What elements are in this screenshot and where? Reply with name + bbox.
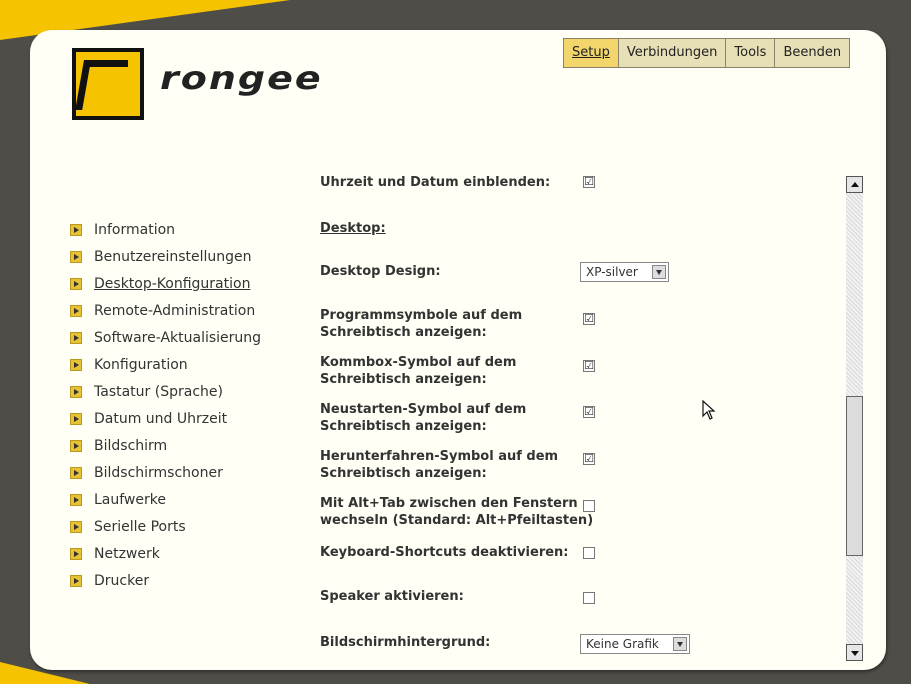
sidebar-item-bildschirmschoner[interactable]: Bildschirmschoner (70, 459, 261, 486)
prog-icons-checkbox[interactable]: ☑ (583, 313, 595, 325)
sidebar-item-label: Bildschirmschoner (94, 464, 223, 481)
sidebar-item-software-aktualisierung[interactable]: Software-Aktualisierung (70, 324, 261, 351)
shutdown-label-2: Schreibtisch anzeigen: (320, 466, 487, 481)
arrow-icon (70, 358, 82, 371)
wallpaper-label: Bildschirmhintergrund: (320, 635, 491, 650)
arrow-icon (70, 385, 82, 398)
sidebar-item-drucker[interactable]: Drucker (70, 567, 261, 594)
sidebar-item-label: Datum und Uhrzeit (94, 410, 228, 427)
logo-text: rongee (160, 59, 323, 97)
sidebar-item-label: Bildschirm (94, 437, 168, 454)
kommbox-label-1: Kommbox-Symbol auf dem (320, 355, 517, 370)
scroll-down-button[interactable] (846, 644, 863, 661)
section-heading-desktop: Desktop: (320, 221, 386, 236)
arrow-icon (70, 304, 82, 317)
prog-icons-label-1: Programmsymbole auf dem (320, 308, 523, 323)
sidebar-item-datum-uhrzeit[interactable]: Datum und Uhrzeit (70, 405, 261, 432)
prog-icons-label-2: Schreibtisch anzeigen: (320, 325, 487, 340)
scroll-up-button[interactable] (846, 176, 863, 193)
shutdown-label-1: Herunterfahren-Symbol auf dem (320, 449, 559, 464)
top-menu: Setup Verbindungen Tools Beenden (563, 38, 851, 68)
restart-label-2: Schreibtisch anzeigen: (320, 419, 487, 434)
rongee-logo-icon (72, 48, 144, 120)
shutdown-checkbox[interactable]: ☑ (583, 453, 595, 465)
design-label: Desktop Design: (320, 264, 441, 279)
sidebar-item-tastatur[interactable]: Tastatur (Sprache) (70, 378, 261, 405)
chevron-down-icon[interactable] (673, 637, 687, 651)
clock-checkbox[interactable]: ☑ (583, 176, 595, 188)
menu-setup[interactable]: Setup (563, 38, 619, 68)
sidebar-item-label: Benutzereinstellungen (94, 248, 252, 265)
scrollbar-thumb[interactable] (846, 396, 863, 556)
speaker-label: Speaker aktivieren: (320, 589, 464, 604)
arrow-icon (70, 277, 82, 290)
sidebar-item-remote-administration[interactable]: Remote-Administration (70, 297, 261, 324)
sidebar-item-benutzereinstellungen[interactable]: Benutzereinstellungen (70, 243, 261, 270)
arrow-icon (70, 547, 82, 560)
restart-label-1: Neustarten-Symbol auf dem (320, 402, 527, 417)
arrow-icon (70, 466, 82, 479)
vertical-scrollbar[interactable] (846, 176, 863, 661)
arrow-icon (70, 223, 82, 236)
arrow-icon (70, 331, 82, 344)
alttab-checkbox[interactable] (583, 500, 595, 512)
sidebar-item-information[interactable]: Information (70, 216, 261, 243)
wallpaper-select-value: Keine Grafik (586, 637, 659, 651)
sidebar-item-netzwerk[interactable]: Netzwerk (70, 540, 261, 567)
arrow-icon (70, 412, 82, 425)
sidebar-item-label: Desktop-Konfiguration (94, 275, 251, 292)
shortcuts-checkbox[interactable] (583, 547, 595, 559)
sidebar-item-label: Laufwerke (94, 491, 166, 508)
settings-content: Uhrzeit und Datum einblenden: ☑ Desktop:… (320, 166, 840, 671)
alttab-label-2: wechseln (Standard: Alt+Pfeiltasten) (320, 513, 594, 528)
sidebar-item-konfiguration[interactable]: Konfiguration (70, 351, 261, 378)
arrow-icon (70, 250, 82, 263)
alttab-label-1: Mit Alt+Tab zwischen den Fenstern (320, 496, 578, 511)
sidebar-item-label: Tastatur (Sprache) (94, 383, 223, 400)
design-select-value: XP-silver (586, 265, 638, 279)
clock-label: Uhrzeit und Datum einblenden: (320, 175, 551, 190)
arrow-icon (70, 493, 82, 506)
sidebar: Information Benutzereinstellungen Deskto… (70, 216, 261, 594)
sidebar-item-label: Konfiguration (94, 356, 188, 373)
shortcuts-label: Keyboard-Shortcuts deaktivieren: (320, 545, 569, 560)
mouse-pointer-icon (702, 400, 716, 420)
arrow-icon (70, 439, 82, 452)
restart-checkbox[interactable]: ☑ (583, 406, 595, 418)
sidebar-item-label: Serielle Ports (94, 518, 186, 535)
arrow-icon (70, 520, 82, 533)
sidebar-item-label: Information (94, 221, 176, 238)
speaker-checkbox[interactable] (583, 592, 595, 604)
sidebar-item-label: Remote-Administration (94, 302, 256, 319)
sidebar-item-laufwerke[interactable]: Laufwerke (70, 486, 261, 513)
design-select[interactable]: XP-silver (580, 262, 669, 282)
sidebar-item-label: Netzwerk (94, 545, 160, 562)
menu-beenden[interactable]: Beenden (774, 38, 851, 68)
kommbox-checkbox[interactable]: ☑ (583, 360, 595, 372)
sidebar-item-bildschirm[interactable]: Bildschirm (70, 432, 261, 459)
arrow-icon (70, 574, 82, 587)
sidebar-item-label: Software-Aktualisierung (94, 329, 262, 346)
sidebar-item-serielle-ports[interactable]: Serielle Ports (70, 513, 261, 540)
kommbox-label-2: Schreibtisch anzeigen: (320, 372, 487, 387)
wallpaper-select[interactable]: Keine Grafik (580, 634, 690, 654)
sidebar-item-label: Drucker (94, 572, 150, 589)
menu-verbindungen[interactable]: Verbindungen (617, 38, 727, 68)
sidebar-item-desktop-konfiguration[interactable]: Desktop-Konfiguration (70, 270, 261, 297)
chevron-down-icon[interactable] (652, 265, 666, 279)
menu-tools[interactable]: Tools (725, 38, 776, 68)
